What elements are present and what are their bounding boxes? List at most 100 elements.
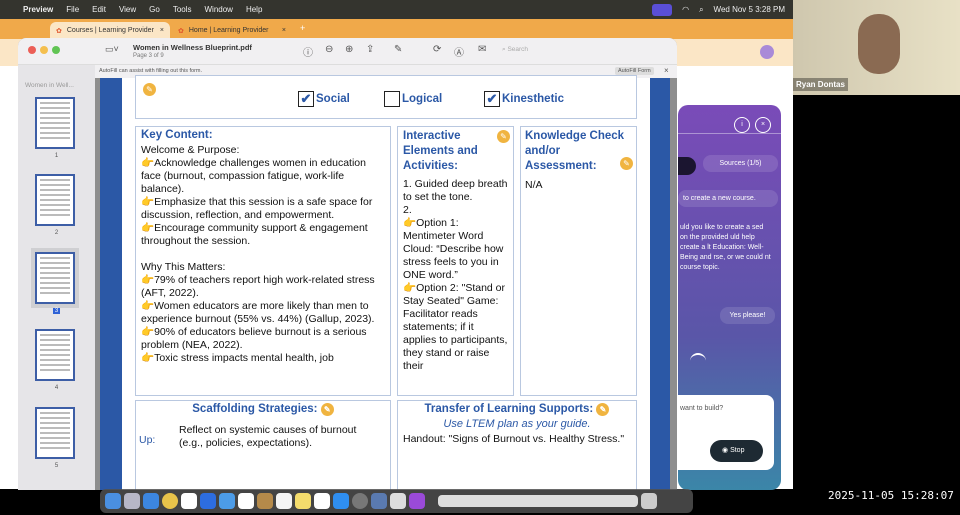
sources-tab[interactable]: Sources (1/5) <box>703 155 778 172</box>
document-title: Women in Wellness Blueprint.pdf <box>133 43 252 52</box>
knowledge-box: ✎ Knowledge Check and/or Assessment: N/A <box>520 126 637 396</box>
notes-icon[interactable] <box>295 493 311 509</box>
info-icon[interactable]: ⓘ <box>303 44 313 59</box>
page-thumbnail[interactable] <box>35 97 75 149</box>
stop-button[interactable]: ◉ Stop <box>710 440 763 462</box>
text-line: Welcome & Purpose: <box>141 144 240 156</box>
calendar-icon[interactable] <box>238 493 254 509</box>
text-line: 👉79% of teachers report high work-relate… <box>141 274 375 299</box>
freeform-icon[interactable] <box>314 493 330 509</box>
tab-home[interactable]: ✿ Home | Learning Provider × <box>172 22 292 39</box>
notes-folder-icon[interactable] <box>257 493 273 509</box>
screen-record-icon[interactable] <box>652 3 673 16</box>
menu-tools[interactable]: Tools <box>173 5 192 14</box>
tab-courses[interactable]: ✿ Courses | Learning Provider × <box>50 22 170 39</box>
textedit-icon[interactable] <box>390 493 406 509</box>
preview-toolbar: ▭˅ Women in Wellness Blueprint.pdf Page … <box>18 38 677 65</box>
finder-icon[interactable] <box>105 493 121 509</box>
minimized-windows[interactable] <box>438 495 638 507</box>
close-icon[interactable]: × <box>755 117 771 133</box>
page-thumbnail[interactable] <box>35 407 75 459</box>
interactive-heading: Interactive Elements and Activities: <box>403 130 478 172</box>
profile-avatar[interactable] <box>760 45 774 59</box>
scaffolding-heading: Scaffolding Strategies: <box>192 403 318 415</box>
text-line: 👉Emphasize that this session is a safe s… <box>141 196 373 221</box>
chrome-icon[interactable] <box>162 493 178 509</box>
pencil-icon: ✎ <box>497 130 510 143</box>
form-fill-icon[interactable]: ✉ <box>478 44 486 55</box>
preview-icon[interactable] <box>371 493 387 509</box>
close-tab-icon[interactable]: × <box>160 27 164 34</box>
clock[interactable]: Wed Nov 5 3:28 PM <box>714 5 785 14</box>
minimize-window-button[interactable] <box>40 46 48 54</box>
video-feed: Ryan Dontas <box>793 0 960 95</box>
close-tab-icon[interactable]: × <box>282 27 286 34</box>
sidebar-toggle-icon[interactable]: ▭˅ <box>105 44 119 55</box>
checkbox-kinesthetic[interactable]: ✔ Kinesthetic <box>484 91 564 107</box>
pdf-page: ✎ ✔ Social Logical ✔ Kinesthetic Key Conte… <box>100 75 670 490</box>
zoom-icon[interactable] <box>200 493 216 509</box>
app-store-icon[interactable] <box>333 493 349 509</box>
text-line: 👉Women educators are more likely than me… <box>141 300 375 325</box>
knowledge-value: N/A <box>525 179 543 191</box>
close-window-button[interactable] <box>28 46 36 54</box>
podcasts-icon[interactable] <box>409 493 425 509</box>
scaffolding-label: Up: <box>139 434 156 446</box>
interactive-text: 1. Guided deep breath to set the tone. 2.… <box>403 178 508 373</box>
pencil-icon: ✎ <box>320 403 334 416</box>
menu-file[interactable]: File <box>66 5 79 14</box>
menu-go[interactable]: Go <box>149 5 160 14</box>
new-tab-button[interactable]: + <box>300 23 305 33</box>
menu-edit[interactable]: Edit <box>92 5 106 14</box>
menu-app[interactable]: Preview <box>23 5 53 14</box>
menu-help[interactable]: Help <box>246 5 262 14</box>
search-field[interactable]: ⌕ Search <box>502 46 528 54</box>
preview-window: ▭˅ Women in Wellness Blueprint.pdf Page … <box>18 38 677 490</box>
reminders-icon[interactable] <box>276 493 292 509</box>
zoom-out-icon[interactable]: ⊖ <box>325 44 333 55</box>
zoom-window-button[interactable] <box>52 46 60 54</box>
chat-message: uld you like to create a sed on the prov… <box>680 224 771 271</box>
page-thumbnail-selected[interactable] <box>35 252 75 304</box>
markup-pen-icon[interactable]: ✎ <box>394 44 402 55</box>
zoom-in-icon[interactable]: ⊕ <box>345 44 353 55</box>
page-thumbnail[interactable] <box>35 174 75 226</box>
search-icon[interactable]: ⌕ <box>699 5 703 15</box>
page-thumbnail[interactable] <box>35 329 75 381</box>
settings-icon[interactable] <box>352 493 368 509</box>
rotate-icon[interactable]: ⟳ <box>433 44 441 55</box>
menu-view[interactable]: View <box>119 5 136 14</box>
autofill-form-button[interactable]: AutoFill Form <box>615 67 654 75</box>
text-line: 👉Option 1: Mentimeter Word Cloud: “Descr… <box>403 217 504 281</box>
slack-icon[interactable] <box>181 493 197 509</box>
share-icon[interactable]: ⇪ <box>366 44 374 55</box>
text-line: 2. <box>403 204 412 216</box>
trash-icon[interactable] <box>641 493 657 509</box>
menu-bar: Preview File Edit View Go Tools Window H… <box>0 0 793 19</box>
autofill-message: AutoFill can assist with filling out thi… <box>99 68 203 74</box>
mail-icon[interactable] <box>219 493 235 509</box>
checkbox-logical[interactable]: Logical <box>384 91 442 107</box>
site-icon: ✿ <box>56 27 62 35</box>
safari-icon[interactable] <box>143 493 159 509</box>
tab-chat[interactable] <box>678 157 696 175</box>
user-message: Yes please! <box>720 307 775 324</box>
menu-window[interactable]: Window <box>205 5 233 14</box>
participant-name: Ryan Dontas <box>793 78 848 91</box>
wifi-icon[interactable]: ◠ <box>682 5 689 14</box>
pencil-icon: ✎ <box>143 83 156 96</box>
checkbox-social[interactable]: ✔ Social <box>298 91 350 107</box>
interactive-box: ✎ Interactive Elements and Activities: 1… <box>397 126 514 396</box>
text-line: 👉Acknowledge challenges women in educati… <box>141 157 366 195</box>
browser-tab-bar: ✿ Courses | Learning Provider × ✿ Home | Le… <box>0 19 793 39</box>
info-icon[interactable]: i <box>734 117 750 133</box>
text-line: 👉Encourage community support & engagemen… <box>141 222 368 247</box>
loading-spinner-icon <box>690 353 706 369</box>
text-line: 👉Option 2: "Stand or Stay Seated" Game: … <box>403 282 508 372</box>
launchpad-icon[interactable] <box>124 493 140 509</box>
close-autofill-icon[interactable]: × <box>664 66 669 75</box>
chat-input[interactable]: want to build? ◉ Stop <box>678 395 774 470</box>
key-content-heading: Key Content: <box>141 129 213 141</box>
scaffolding-box: Scaffolding Strategies: ✎ Up: Reflect on… <box>135 400 391 490</box>
annotate-icon[interactable]: Ⓐ <box>454 44 464 59</box>
